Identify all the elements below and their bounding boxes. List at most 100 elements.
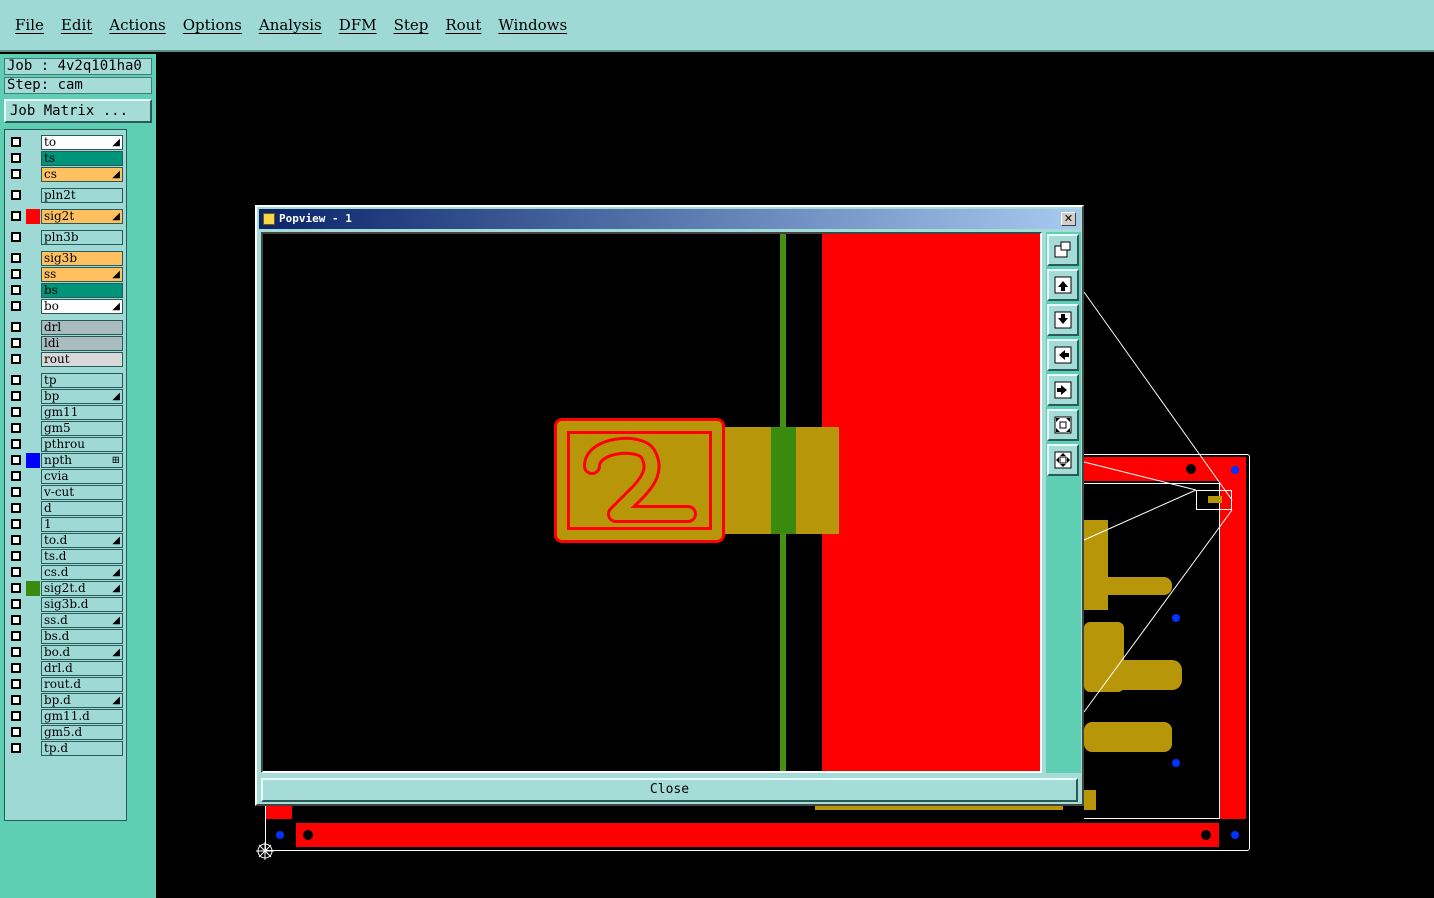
layer-checkbox[interactable] bbox=[11, 519, 21, 529]
layer-checkbox[interactable] bbox=[11, 455, 21, 465]
layer-row[interactable]: sig2t ◢ bbox=[7, 209, 125, 224]
layer-name[interactable]: npth ⊞ bbox=[41, 453, 123, 468]
layer-name[interactable]: rout bbox=[41, 352, 123, 367]
popview-titlebar[interactable]: Popview - 1 ✕ bbox=[259, 209, 1080, 229]
layer-name[interactable]: tp bbox=[41, 373, 123, 388]
layer-row[interactable]: v-cut bbox=[7, 485, 125, 500]
layer-checkbox[interactable] bbox=[11, 679, 21, 689]
layer-row[interactable]: 1 bbox=[7, 517, 125, 532]
layer-row[interactable]: sig2t.d ◢ bbox=[7, 581, 125, 596]
layer-checkbox[interactable] bbox=[11, 269, 21, 279]
layer-name[interactable]: ss ◢ bbox=[41, 267, 123, 282]
layer-name[interactable]: ldi bbox=[41, 336, 123, 351]
layer-checkbox[interactable] bbox=[11, 567, 21, 577]
layer-checkbox[interactable] bbox=[11, 503, 21, 513]
menu-file[interactable]: File bbox=[15, 16, 44, 34]
layer-name[interactable]: sig3b bbox=[41, 251, 123, 266]
layer-checkbox[interactable] bbox=[11, 322, 21, 332]
menu-edit[interactable]: Edit bbox=[61, 16, 92, 34]
layer-name[interactable]: drl.d bbox=[41, 661, 123, 676]
close-icon[interactable]: ✕ bbox=[1061, 212, 1076, 226]
layer-row[interactable]: bs.d bbox=[7, 629, 125, 644]
layer-row[interactable]: rout bbox=[7, 352, 125, 367]
layer-row[interactable]: cs ◢ bbox=[7, 167, 125, 182]
layer-name[interactable]: sig2t ◢ bbox=[41, 209, 123, 224]
layer-row[interactable]: pln3b bbox=[7, 230, 125, 245]
layer-name[interactable]: ts bbox=[41, 151, 123, 166]
layer-row[interactable]: cs.d ◢ bbox=[7, 565, 125, 580]
layer-name[interactable]: gm5 bbox=[41, 421, 123, 436]
zoom-fit-icon[interactable] bbox=[1047, 409, 1079, 441]
job-matrix-button[interactable]: Job Matrix ... bbox=[4, 99, 152, 123]
layer-checkbox[interactable] bbox=[11, 211, 21, 221]
menu-dfm[interactable]: DFM bbox=[339, 16, 377, 34]
layer-checkbox[interactable] bbox=[11, 487, 21, 497]
layer-row[interactable]: tp.d bbox=[7, 741, 125, 756]
layer-name[interactable]: sig2t.d ◢ bbox=[41, 581, 123, 596]
menu-rout[interactable]: Rout bbox=[445, 16, 481, 34]
layer-row[interactable]: drl.d bbox=[7, 661, 125, 676]
layer-row[interactable]: drl bbox=[7, 320, 125, 335]
layer-checkbox[interactable] bbox=[11, 391, 21, 401]
layer-row[interactable]: pln2t bbox=[7, 188, 125, 203]
layer-checkbox[interactable] bbox=[11, 695, 21, 705]
layer-row[interactable]: ss.d ◢ bbox=[7, 613, 125, 628]
layer-row[interactable]: d bbox=[7, 501, 125, 516]
layer-row[interactable]: to ◢ bbox=[7, 135, 125, 150]
popview-canvas[interactable] bbox=[261, 232, 1042, 773]
layer-name[interactable]: pln3b bbox=[41, 230, 123, 245]
layer-checkbox[interactable] bbox=[11, 615, 21, 625]
layer-name[interactable]: cs ◢ bbox=[41, 167, 123, 182]
layer-row[interactable]: gm11.d bbox=[7, 709, 125, 724]
layer-row[interactable]: ss ◢ bbox=[7, 267, 125, 282]
layer-row[interactable]: bs bbox=[7, 283, 125, 298]
layer-name[interactable]: pln2t bbox=[41, 188, 123, 203]
menu-windows[interactable]: Windows bbox=[498, 16, 567, 34]
layer-name[interactable]: d bbox=[41, 501, 123, 516]
layer-name[interactable]: cvia bbox=[41, 469, 123, 484]
layer-checkbox[interactable] bbox=[11, 711, 21, 721]
layer-checkbox[interactable] bbox=[11, 535, 21, 545]
layer-name[interactable]: bo.d ◢ bbox=[41, 645, 123, 660]
layer-checkbox[interactable] bbox=[11, 551, 21, 561]
layer-row[interactable]: cvia bbox=[7, 469, 125, 484]
layer-row[interactable]: tp bbox=[7, 373, 125, 388]
layer-name[interactable]: gm11.d bbox=[41, 709, 123, 724]
layer-name[interactable]: sig3b.d bbox=[41, 597, 123, 612]
layer-name[interactable]: bo ◢ bbox=[41, 299, 123, 314]
layer-checkbox[interactable] bbox=[11, 153, 21, 163]
layer-checkbox[interactable] bbox=[11, 423, 21, 433]
menu-actions[interactable]: Actions bbox=[109, 16, 165, 34]
layer-checkbox[interactable] bbox=[11, 169, 21, 179]
layer-name[interactable]: cs.d ◢ bbox=[41, 565, 123, 580]
layer-row[interactable]: to.d ◢ bbox=[7, 533, 125, 548]
layer-name[interactable]: bs bbox=[41, 283, 123, 298]
layer-checkbox[interactable] bbox=[11, 743, 21, 753]
layer-checkbox[interactable] bbox=[11, 285, 21, 295]
layer-row[interactable]: bo ◢ bbox=[7, 299, 125, 314]
layer-checkbox[interactable] bbox=[11, 137, 21, 147]
layer-row[interactable]: pthrou bbox=[7, 437, 125, 452]
layer-name[interactable]: rout.d bbox=[41, 677, 123, 692]
layer-checkbox[interactable] bbox=[11, 599, 21, 609]
layer-name[interactable]: to.d ◢ bbox=[41, 533, 123, 548]
layer-checkbox[interactable] bbox=[11, 407, 21, 417]
layer-checkbox[interactable] bbox=[11, 439, 21, 449]
layer-name[interactable]: gm5.d bbox=[41, 725, 123, 740]
layer-checkbox[interactable] bbox=[11, 471, 21, 481]
layer-checkbox[interactable] bbox=[11, 583, 21, 593]
layer-name[interactable]: bp ◢ bbox=[41, 389, 123, 404]
layer-checkbox[interactable] bbox=[11, 727, 21, 737]
layer-row[interactable]: sig3b bbox=[7, 251, 125, 266]
layer-checkbox[interactable] bbox=[11, 253, 21, 263]
layer-checkbox[interactable] bbox=[11, 301, 21, 311]
layer-name[interactable]: ss.d ◢ bbox=[41, 613, 123, 628]
layer-name[interactable]: ts.d bbox=[41, 549, 123, 564]
layer-row[interactable]: ts bbox=[7, 151, 125, 166]
layer-name[interactable]: pthrou bbox=[41, 437, 123, 452]
menu-options[interactable]: Options bbox=[183, 16, 242, 34]
layer-name[interactable]: v-cut bbox=[41, 485, 123, 500]
layer-checkbox[interactable] bbox=[11, 190, 21, 200]
layer-row[interactable]: bo.d ◢ bbox=[7, 645, 125, 660]
layer-row[interactable]: bp.d ◢ bbox=[7, 693, 125, 708]
